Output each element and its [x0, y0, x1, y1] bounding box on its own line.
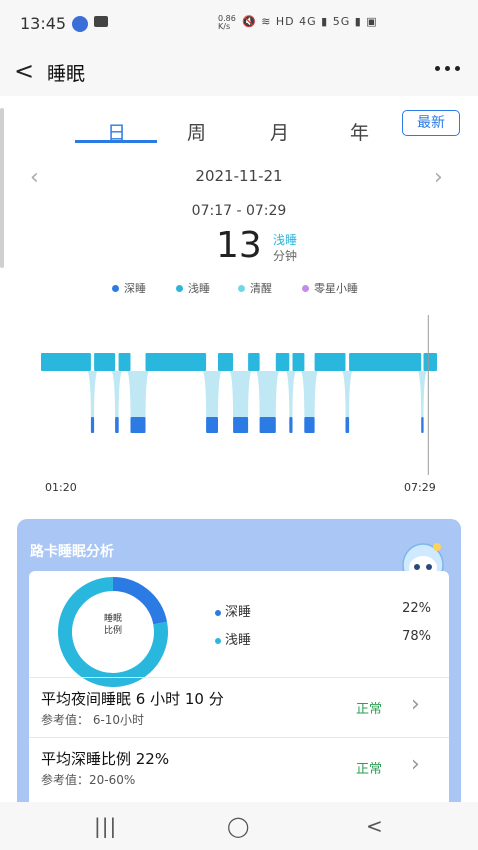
stage-transition — [230, 371, 252, 417]
more-dots-icon[interactable] — [435, 66, 460, 71]
selected-duration-unit: 分钟 — [273, 249, 298, 263]
selected-stage-type: 浅睡 — [273, 233, 298, 247]
chart-legend: 深睡 浅睡 清醒 零星小睡 — [0, 280, 478, 298]
light-sleep-segment — [118, 353, 131, 371]
legend-label: 零星小睡 — [314, 282, 358, 295]
light-sleep-segment — [94, 353, 116, 371]
deep-sleep-segment — [233, 417, 249, 433]
status-bar: 13:45 0.86 K/s 🔇 ≋ HD 4G ▮ 5G ▮ ▣ — [0, 0, 478, 48]
legend-item: 深睡 — [112, 280, 146, 296]
selected-time-range: 07:17 - 07:29 — [191, 203, 287, 219]
stage-transition — [286, 371, 296, 417]
sleep-stage-chart[interactable] — [0, 300, 478, 475]
deep-sleep-label: 深睡 — [225, 605, 252, 620]
row-title: 平均深睡比例 22% — [41, 750, 170, 768]
back-button[interactable]: < — [14, 57, 34, 85]
light-sleep-segment — [218, 353, 233, 371]
chart-start-time: 01:20 — [45, 481, 77, 494]
page-title: 睡眠 — [47, 63, 86, 85]
stage-transition — [342, 371, 353, 417]
deep-sleep-segment — [206, 417, 218, 433]
legend-dot — [112, 284, 119, 292]
legend-dot — [176, 284, 183, 292]
legend-label: 深睡 — [124, 282, 146, 295]
legend-dot — [302, 284, 309, 292]
sleep-analysis-card: 路卡睡眠分析 睡眠比例 深睡 22% 浅睡 78% 平均夜间睡眠 6 小时 10… — [17, 519, 461, 819]
deep-sleep-segment — [259, 417, 276, 433]
system-status-icons: 🔇 ≋ HD 4G ▮ 5G ▮ ▣ — [242, 15, 378, 28]
analysis-panel: 睡眠比例 深睡 22% 浅睡 78% 平均夜间睡眠 6 小时 10 分 参考值：… — [29, 571, 449, 819]
deep-sleep-ratio: 深睡 — [215, 601, 251, 620]
avg-deep-ratio-row[interactable]: 平均深睡比例 22% 参考值：20-60% 正常 › — [29, 737, 449, 798]
stage-transition — [418, 371, 427, 417]
deep-sleep-segment — [115, 417, 119, 433]
status-time: 13:45 — [20, 14, 67, 33]
tab-week[interactable]: 周 — [187, 118, 206, 145]
light-sleep-segment — [248, 353, 260, 371]
deep-sleep-segment — [90, 417, 95, 433]
stage-transition — [127, 371, 149, 417]
light-sleep-label: 浅睡 — [225, 633, 252, 648]
row-status: 正常 — [356, 702, 383, 717]
deep-sleep-segment — [421, 417, 424, 433]
legend-item: 浅睡 — [176, 280, 210, 296]
deep-sleep-segment — [304, 417, 315, 433]
donut-center-label: 睡眠 比例 — [85, 613, 141, 637]
light-sleep-segment — [349, 353, 422, 371]
donut-label-line: 睡眠 — [103, 614, 122, 624]
light-sleep-ratio: 浅睡 — [215, 629, 251, 648]
app-notification-icon — [72, 16, 88, 32]
current-date: 2021-11-21 — [195, 167, 283, 185]
light-sleep-segment — [423, 353, 437, 371]
deep-sleep-segment — [289, 417, 293, 433]
network-speed: 0.86 K/s — [218, 15, 236, 31]
light-sleep-dot — [215, 637, 221, 644]
analysis-title: 路卡睡眠分析 — [30, 544, 114, 560]
chevron-right-icon: › — [411, 752, 420, 777]
stage-transition — [256, 371, 279, 417]
latest-button[interactable]: 最新 — [402, 110, 460, 136]
active-tab-indicator — [75, 140, 157, 143]
legend-label: 清醒 — [250, 282, 272, 295]
stage-transition — [87, 371, 98, 417]
legend-label: 浅睡 — [188, 282, 210, 295]
recent-apps-button[interactable]: ||| — [94, 814, 117, 838]
legend-item: 零星小睡 — [302, 280, 358, 296]
stage-transition — [203, 371, 222, 417]
legend-dot — [238, 284, 245, 292]
stage-transition — [301, 371, 318, 417]
selected-duration: 13 — [216, 225, 262, 266]
row-reference: 参考值：20-60% — [41, 773, 136, 787]
legend-item: 清醒 — [238, 280, 272, 296]
row-reference: 参考值： 6-10小时 — [41, 713, 145, 727]
chart-end-time: 07:29 — [404, 481, 436, 494]
light-sleep-segment — [314, 353, 346, 371]
light-sleep-segment — [145, 353, 207, 371]
light-sleep-segment — [292, 353, 305, 371]
donut-label-line: 比例 — [103, 626, 122, 636]
nav-back-button[interactable]: < — [366, 814, 383, 838]
home-button[interactable]: ◯ — [227, 814, 249, 838]
system-navigation-bar: ||| ◯ < — [0, 802, 478, 850]
chevron-right-icon: › — [411, 692, 420, 717]
tab-year[interactable]: 年 — [350, 118, 369, 145]
avg-night-sleep-row[interactable]: 平均夜间睡眠 6 小时 10 分 参考值： 6-10小时 正常 › — [29, 677, 449, 738]
deep-sleep-dot — [215, 609, 221, 616]
row-title: 平均夜间睡眠 6 小时 10 分 — [41, 690, 224, 708]
deep-sleep-segment — [130, 417, 146, 433]
message-icon — [94, 16, 108, 27]
light-sleep-segment — [275, 353, 290, 371]
stage-transition — [112, 371, 122, 417]
deep-sleep-segment — [345, 417, 350, 433]
deep-sleep-pct: 22% — [402, 601, 431, 616]
speed-unit: K/s — [218, 22, 231, 31]
light-sleep-pct: 78% — [402, 629, 431, 644]
app-header: < 睡眠 — [0, 48, 478, 96]
light-sleep-segment — [41, 353, 91, 371]
tab-month[interactable]: 月 — [270, 118, 289, 145]
row-status: 正常 — [356, 762, 383, 777]
